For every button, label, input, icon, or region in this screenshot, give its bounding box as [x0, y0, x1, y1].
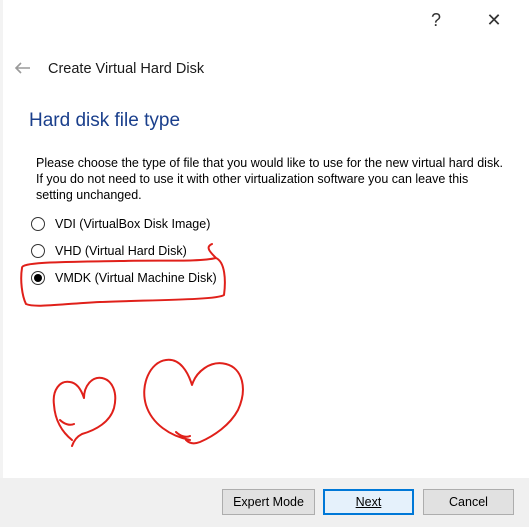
- option-vmdk-label: VMDK (Virtual Machine Disk): [55, 271, 217, 285]
- wizard-header: Create Virtual Hard Disk: [0, 52, 529, 88]
- wizard-title: Create Virtual Hard Disk: [48, 61, 205, 77]
- small-heart-drawing: [52, 376, 117, 447]
- close-button[interactable]: ✕: [474, 6, 514, 34]
- option-vhd[interactable]: VHD (Virtual Hard Disk): [31, 241, 187, 261]
- back-arrow-icon[interactable]: [10, 56, 34, 80]
- option-vhd-label: VHD (Virtual Hard Disk): [55, 244, 187, 258]
- footer-bar: Expert Mode Next Cancel: [0, 478, 529, 527]
- next-button[interactable]: Next: [323, 489, 414, 515]
- radio-vdi[interactable]: [31, 217, 45, 231]
- large-heart-drawing: [143, 358, 244, 445]
- description-text: Please choose the type of file that you …: [36, 156, 503, 202]
- option-vdi-label: VDI (VirtualBox Disk Image): [55, 217, 211, 231]
- option-vmdk[interactable]: VMDK (Virtual Machine Disk): [31, 268, 217, 288]
- radio-vhd[interactable]: [31, 244, 45, 258]
- expert-mode-button[interactable]: Expert Mode: [222, 489, 315, 515]
- title-bar: ? ✕: [0, 0, 529, 40]
- page-title: Hard disk file type: [29, 110, 181, 131]
- help-button[interactable]: ?: [416, 6, 456, 34]
- cancel-button[interactable]: Cancel: [423, 489, 514, 515]
- radio-vmdk[interactable]: [31, 271, 45, 285]
- next-button-label: Next: [355, 495, 382, 509]
- option-vdi[interactable]: VDI (VirtualBox Disk Image): [31, 214, 210, 234]
